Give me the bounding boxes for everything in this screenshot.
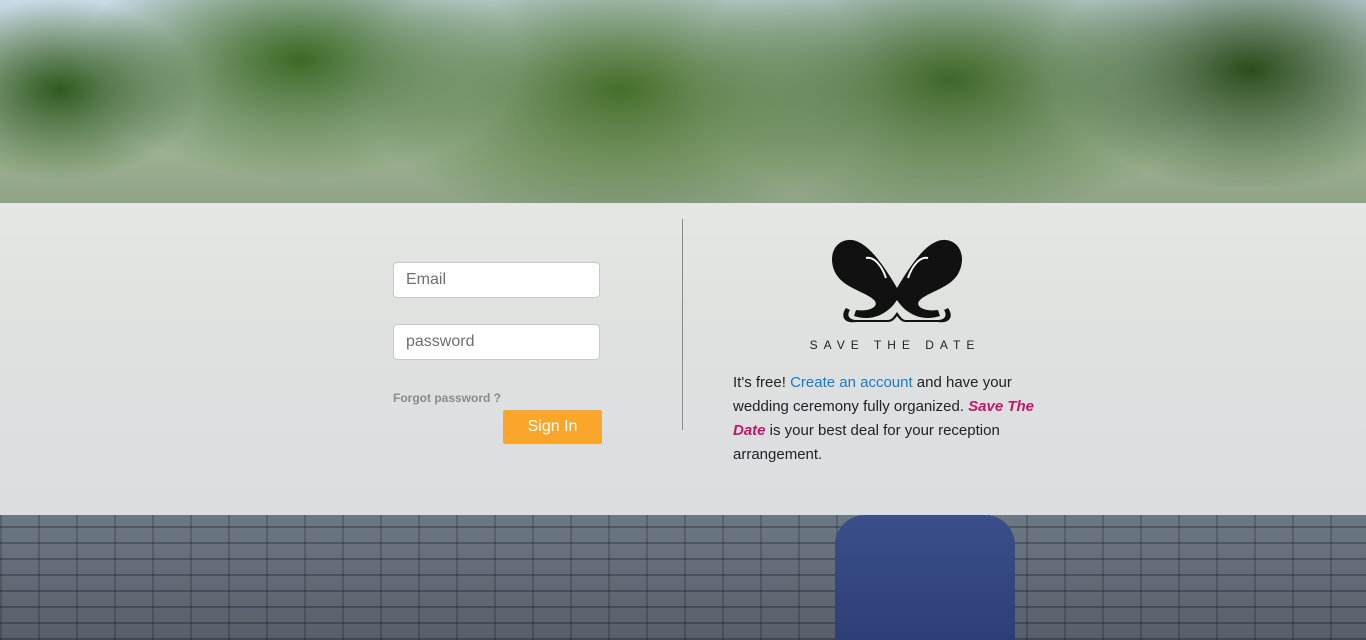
blurb-text-1: It's free! bbox=[733, 374, 791, 391]
blurb-text-3: is your best deal for your reception arr… bbox=[733, 422, 1000, 463]
sign-in-button[interactable]: Sign In bbox=[503, 410, 602, 444]
background-figure bbox=[835, 515, 1015, 640]
email-field[interactable] bbox=[393, 262, 600, 298]
panel-divider bbox=[682, 219, 683, 430]
forgot-password-link[interactable]: Forgot password ? bbox=[393, 391, 501, 405]
password-field[interactable] bbox=[393, 324, 600, 360]
create-account-link[interactable]: Create an account bbox=[790, 374, 913, 391]
login-panel bbox=[0, 203, 1366, 515]
brand-name: SAVE THE DATE bbox=[809, 338, 981, 352]
save-the-date-logo-icon bbox=[832, 239, 962, 323]
background-wall bbox=[0, 515, 1366, 640]
signup-blurb: It's free! Create an account and have yo… bbox=[733, 371, 1068, 467]
